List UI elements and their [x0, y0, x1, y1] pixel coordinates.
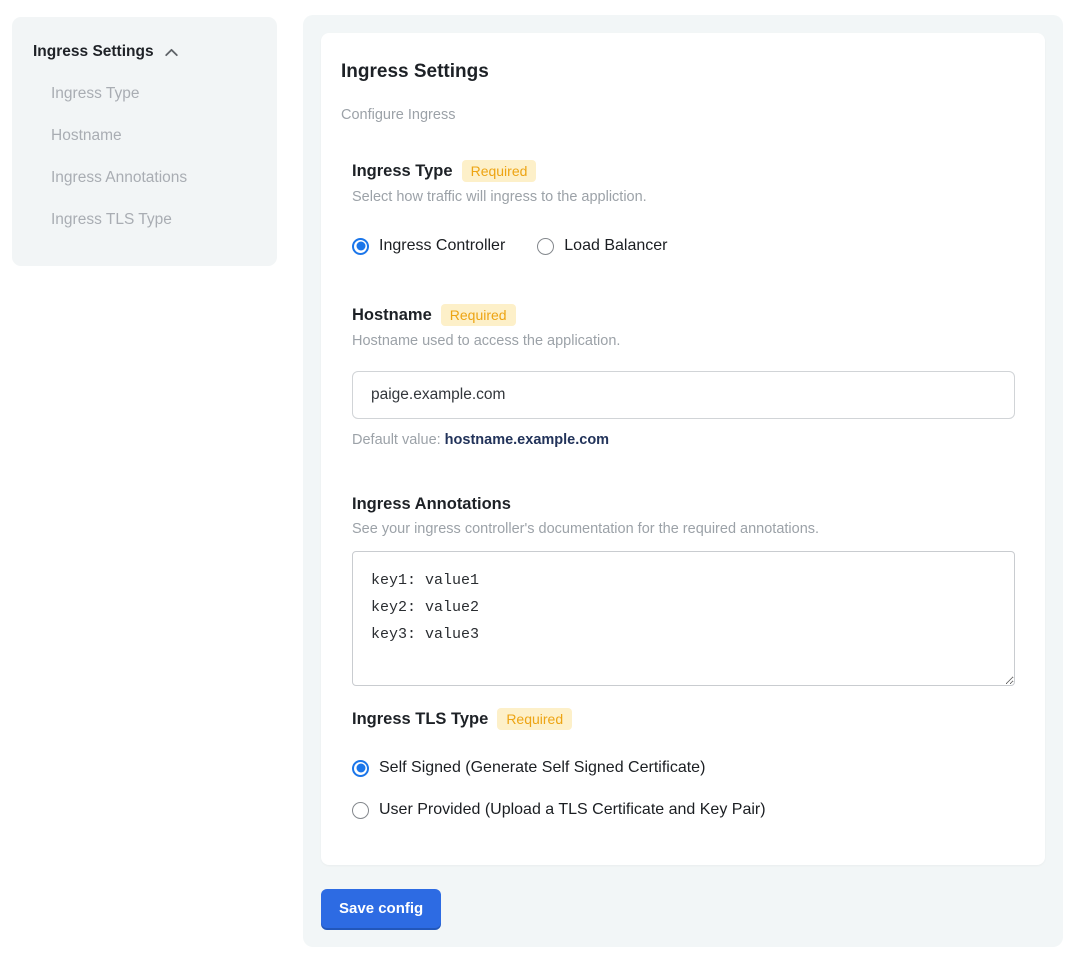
required-badge: Required [462, 160, 537, 182]
default-value-text: hostname.example.com [445, 432, 609, 448]
ingress-annotations-textarea[interactable]: key1: value1 key2: value2 key3: value3 [352, 551, 1015, 686]
save-config-button[interactable]: Save config [321, 889, 441, 928]
form-sections: Ingress Type Required Select how traffic… [352, 160, 1015, 819]
ingress-type-help: Select how traffic will ingress to the a… [352, 189, 1015, 205]
ingress-annotations-label: Ingress Annotations [352, 495, 511, 514]
section-ingress-type: Ingress Type Required Select how traffic… [352, 160, 1015, 255]
radio-option-self-signed[interactable]: Self Signed (Generate Self Signed Certif… [352, 759, 1015, 777]
section-ingress-tls-type: Ingress TLS Type Required Self Signed (G… [352, 708, 1015, 819]
radio-option-user-provided[interactable]: User Provided (Upload a TLS Certificate … [352, 801, 1015, 819]
chevron-up-icon [163, 44, 180, 61]
hostname-default-line: Default value:hostname.example.com [352, 432, 1015, 448]
ingress-tls-options: Self Signed (Generate Self Signed Certif… [352, 759, 1015, 819]
radio-option-ingress-controller[interactable]: Ingress Controller [352, 237, 505, 255]
section-hostname: Hostname Required Hostname used to acces… [352, 304, 1015, 448]
hostname-label: Hostname [352, 306, 432, 325]
radio-option-label: Self Signed (Generate Self Signed Certif… [379, 759, 705, 777]
sidebar-item-list: Ingress Type Hostname Ingress Annotation… [33, 85, 261, 229]
sidebar-item-hostname[interactable]: Hostname [51, 127, 261, 145]
radio-unselected-icon [352, 802, 369, 819]
default-value-label: Default value: [352, 432, 441, 448]
sidebar-group-ingress-settings[interactable]: Ingress Settings [33, 43, 261, 61]
ingress-tls-type-label: Ingress TLS Type [352, 710, 488, 729]
settings-nav-sidebar: Ingress Settings Ingress Type Hostname I… [12, 17, 277, 266]
sidebar-group-label: Ingress Settings [33, 43, 154, 61]
ingress-type-label: Ingress Type [352, 162, 453, 181]
radio-selected-icon [352, 760, 369, 777]
page: Ingress Settings Ingress Type Hostname I… [0, 0, 1090, 969]
ingress-annotations-help: See your ingress controller's documentat… [352, 521, 1015, 537]
card-subtitle: Configure Ingress [341, 107, 1015, 123]
radio-option-label: Load Balancer [564, 237, 667, 255]
hostname-input[interactable] [352, 371, 1015, 419]
ingress-settings-card: Ingress Settings Configure Ingress Ingre… [321, 33, 1045, 865]
required-badge: Required [441, 304, 516, 326]
section-ingress-annotations: Ingress Annotations See your ingress con… [352, 495, 1015, 686]
radio-option-load-balancer[interactable]: Load Balancer [537, 237, 667, 255]
sidebar-item-ingress-type[interactable]: Ingress Type [51, 85, 261, 103]
card-title: Ingress Settings [341, 61, 1015, 83]
radio-option-label: User Provided (Upload a TLS Certificate … [379, 801, 766, 819]
sidebar-item-ingress-tls-type[interactable]: Ingress TLS Type [51, 211, 261, 229]
ingress-type-options: Ingress Controller Load Balancer [352, 237, 1015, 255]
radio-selected-icon [352, 238, 369, 255]
required-badge: Required [497, 708, 572, 730]
radio-unselected-icon [537, 238, 554, 255]
sidebar-item-ingress-annotations[interactable]: Ingress Annotations [51, 169, 261, 187]
hostname-help: Hostname used to access the application. [352, 333, 1015, 349]
radio-option-label: Ingress Controller [379, 237, 505, 255]
settings-panel: Ingress Settings Configure Ingress Ingre… [303, 15, 1063, 947]
